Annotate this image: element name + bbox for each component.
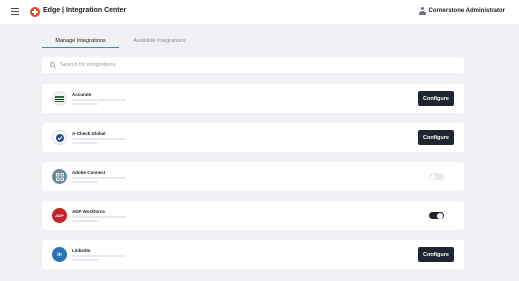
enable-toggle[interactable] [429,173,444,180]
user-icon [418,7,426,15]
configure-button[interactable]: Configure [418,91,454,106]
user-name: Cornerstone Administrator [428,8,505,14]
top-bar: Edge | Integration Center Cornerstone Ad… [0,0,519,24]
integration-name: ADP Workforce [72,209,105,214]
description-placeholder [72,259,98,261]
description-placeholder [72,103,98,105]
configure-button[interactable]: Configure [418,247,454,262]
adobe-connect-logo-icon [52,169,67,184]
active-tab-indicator [42,47,119,48]
integration-card-adobe-connect: Adobe Connect [42,162,464,191]
description-placeholder [72,138,126,140]
integration-name: LinkedIn [72,248,91,253]
tab-bar: Manage Integrations Available Integratio… [42,38,464,49]
integration-card-a-check-global: A-Check Global Configure [42,123,464,152]
accurate-logo-icon [52,91,67,106]
a-check-global-logo-icon [52,130,67,145]
integration-card-accurate: Accurate Configure [42,84,464,113]
description-placeholder [72,220,98,222]
integration-name: Accurate [72,92,92,97]
description-placeholder [72,99,126,101]
integration-card-linkedin: in LinkedIn Configure [42,240,464,269]
description-placeholder [72,181,98,183]
description-placeholder [72,177,126,179]
integration-name: Adobe Connect [72,170,106,175]
menu-icon[interactable] [11,8,19,15]
description-placeholder [72,255,126,257]
integration-name: A-Check Global [72,131,106,136]
edge-logo-icon [30,7,40,17]
linkedin-logo-icon: in [52,247,67,262]
integration-card-adp-workforce: ADP ADP Workforce [42,201,464,230]
enable-toggle[interactable] [429,212,444,219]
user-menu[interactable]: Cornerstone Administrator [418,7,505,15]
description-placeholder [72,216,126,218]
configure-button[interactable]: Configure [418,130,454,145]
tab-manage-integrations[interactable]: Manage Integrations [42,38,119,44]
search-bar [42,57,464,73]
search-icon [50,62,55,67]
search-input[interactable] [60,59,450,71]
tab-available-integrations[interactable]: Available Integrations [119,38,200,44]
description-placeholder [72,142,98,144]
app-title: Edge | Integration Center [43,7,127,14]
adp-logo-icon: ADP [52,208,67,223]
